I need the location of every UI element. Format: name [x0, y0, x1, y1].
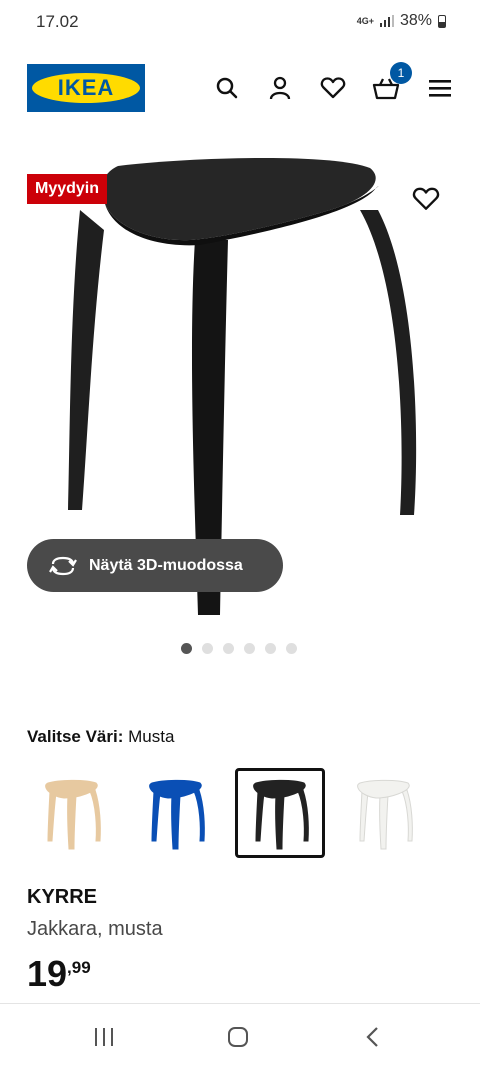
search-icon[interactable] — [213, 74, 241, 102]
view-3d-button[interactable]: Näytä 3D-muodossa — [27, 539, 283, 592]
price-integer: 19 — [27, 953, 68, 994]
color-label: Valitse Väri: Musta — [27, 727, 174, 747]
signal-icon — [379, 15, 394, 27]
recent-apps-button[interactable] — [84, 1022, 124, 1052]
battery-percent: 38% — [399, 12, 432, 29]
pagination-dot[interactable] — [286, 643, 297, 654]
pagination-dot[interactable] — [181, 643, 192, 654]
color-prefix: Valitse Väri: — [27, 727, 124, 746]
ikea-logo[interactable]: IKEA — [27, 64, 145, 112]
bestseller-badge: Myydyin — [27, 174, 108, 204]
status-right: 4G+ 38% — [357, 12, 446, 30]
product-name: KYRRE — [27, 886, 98, 908]
pagination-dot[interactable] — [244, 643, 255, 654]
pagination-dot[interactable] — [202, 643, 213, 654]
pagination-dot[interactable] — [265, 643, 276, 654]
user-icon[interactable] — [266, 74, 294, 102]
image-pagination — [181, 643, 297, 654]
color-swatch-white[interactable] — [339, 768, 429, 858]
product-hero[interactable]: Myydyin Näytä 3D-muodossa — [0, 130, 480, 630]
stool-thumbnail-white — [357, 779, 413, 850]
product-description: Jakkara, musta — [27, 918, 163, 940]
color-swatch-blue[interactable] — [131, 768, 221, 858]
color-value: Musta — [123, 727, 175, 746]
status-time: 17.02 — [36, 12, 79, 31]
pagination-dot[interactable] — [223, 643, 234, 654]
header: IKEA 1 — [0, 60, 480, 116]
stool-thumbnail-black — [253, 779, 309, 850]
favorite-icon[interactable] — [412, 186, 442, 216]
stool-thumbnail-birch — [45, 779, 101, 850]
price-decimal: ,99 — [67, 958, 91, 977]
stool-thumbnail-blue — [149, 779, 205, 850]
network-indicator: 4G+ — [356, 15, 374, 26]
logo-text: IKEA — [32, 73, 140, 103]
heart-icon[interactable] — [319, 74, 347, 102]
color-swatches — [27, 768, 429, 858]
rotate-3d-icon — [49, 552, 77, 580]
menu-icon[interactable] — [426, 74, 454, 102]
product-price: 19 ,99 — [27, 954, 91, 994]
back-button[interactable] — [353, 1022, 393, 1052]
color-swatch-black[interactable] — [235, 768, 325, 858]
color-swatch-birch[interactable] — [27, 768, 117, 858]
status-bar: 17.02 4G+ 38% — [0, 0, 480, 44]
view-3d-label: Näytä 3D-muodossa — [89, 556, 243, 574]
battery-icon — [438, 14, 446, 28]
home-button[interactable] — [218, 1022, 258, 1052]
system-nav-bar — [0, 1003, 480, 1068]
cart-count-badge: 1 — [390, 62, 412, 84]
